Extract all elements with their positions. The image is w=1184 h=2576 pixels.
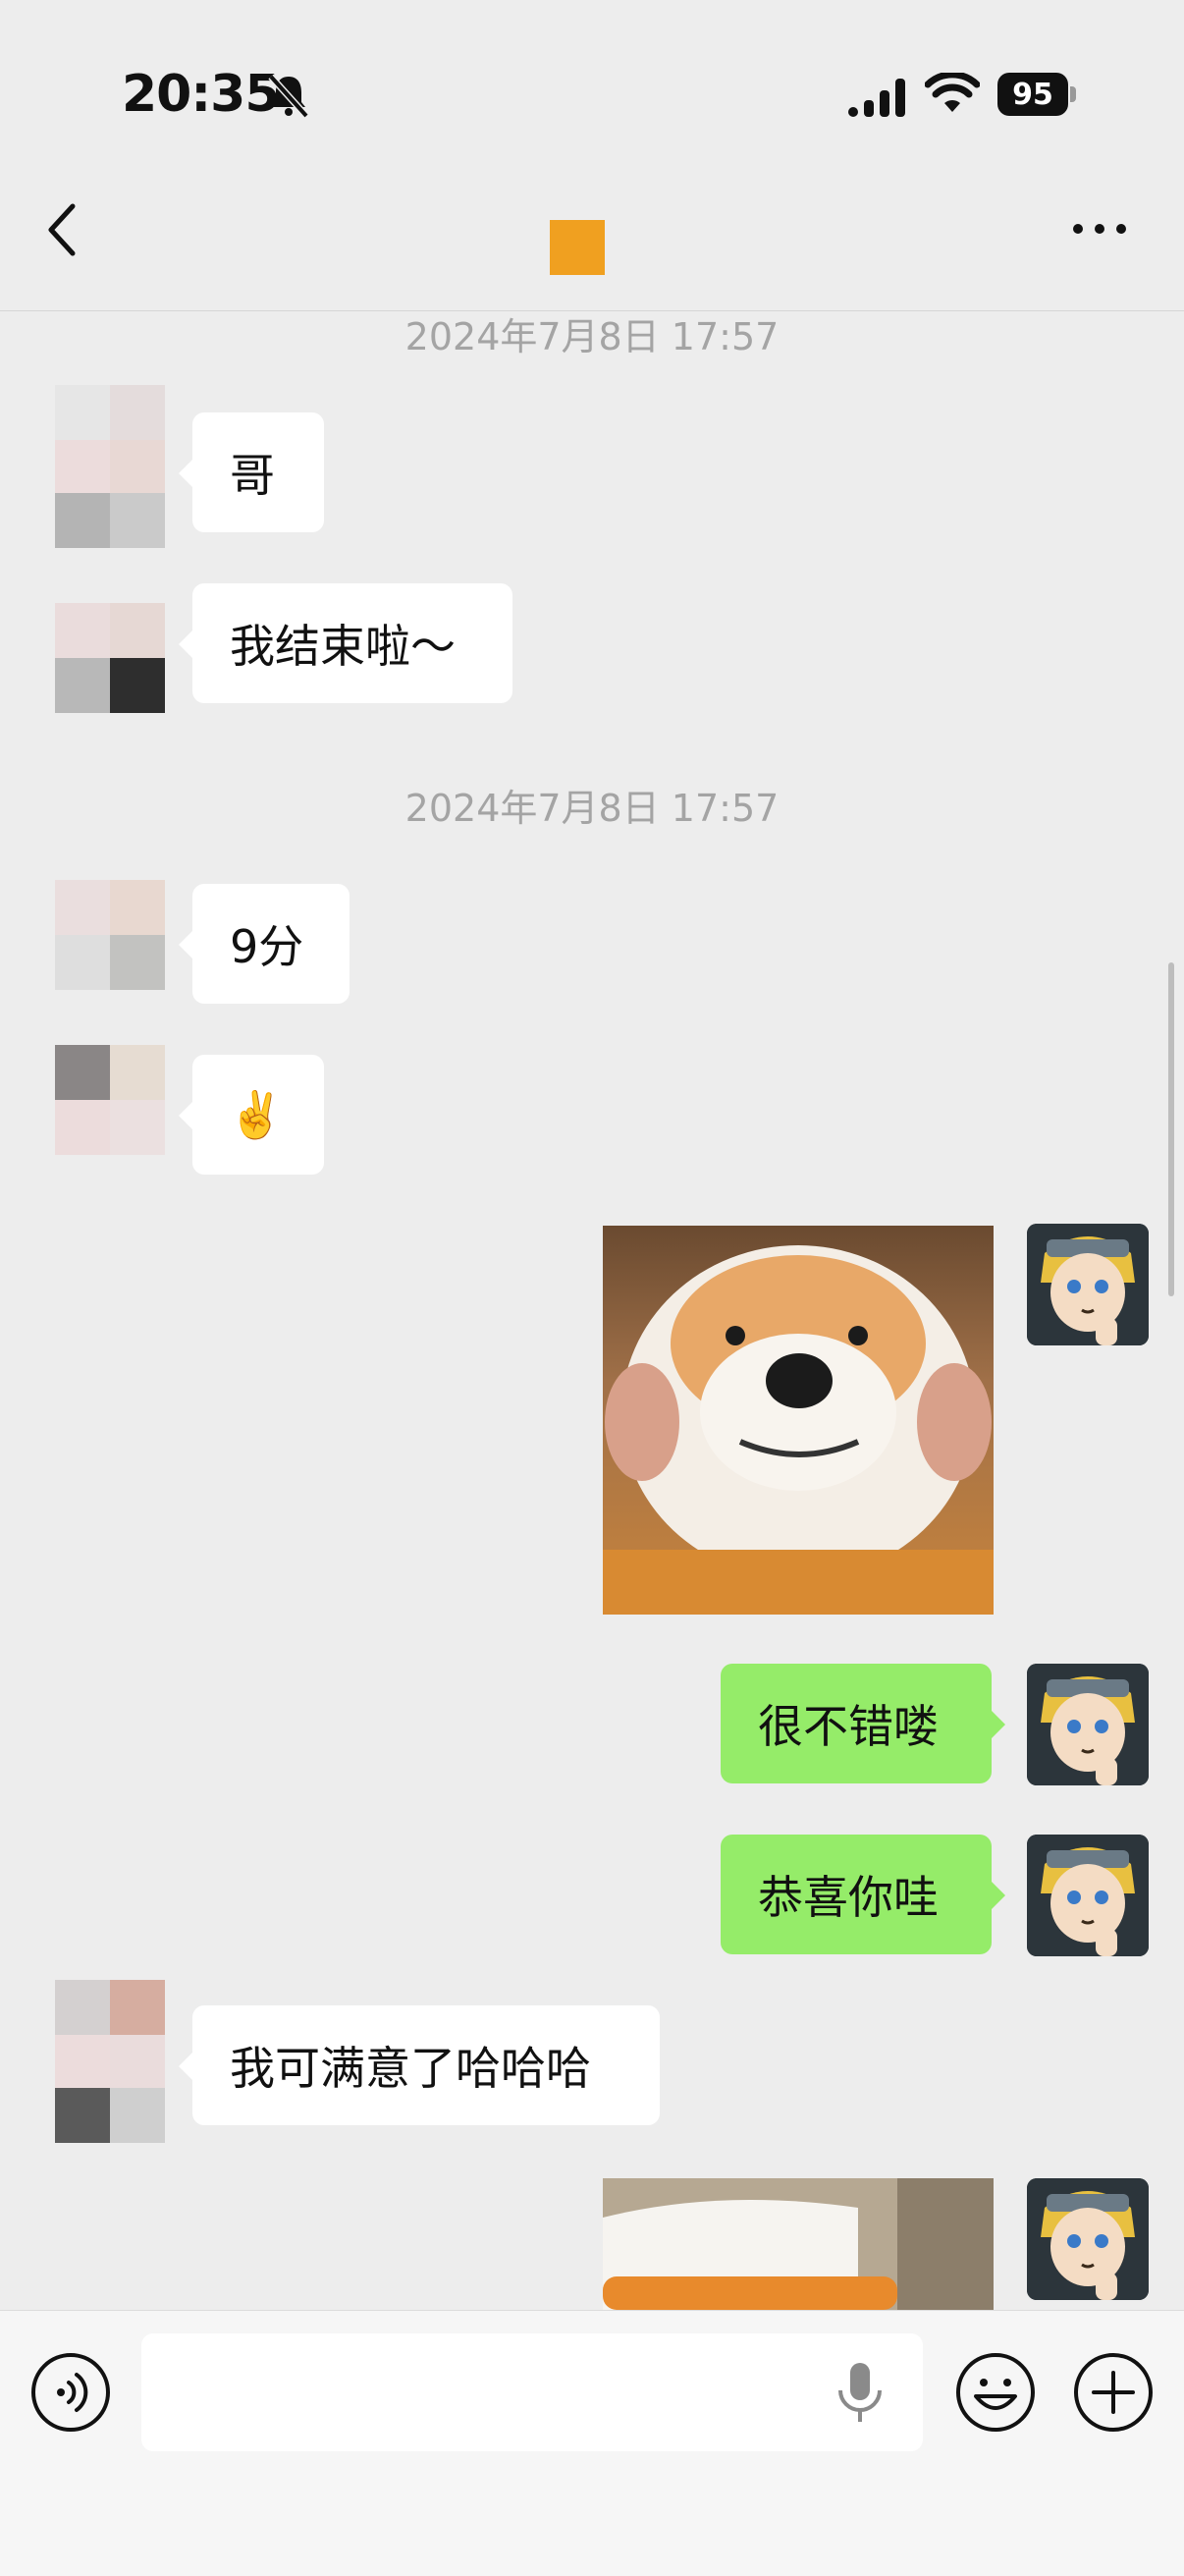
- message-bubble[interactable]: 9分: [179, 884, 350, 1004]
- wifi-icon: [925, 73, 980, 112]
- my-avatar[interactable]: [1027, 2178, 1149, 2300]
- emoji-icon[interactable]: [954, 2351, 1037, 2434]
- message-input[interactable]: [141, 2333, 923, 2451]
- contact-avatar[interactable]: [55, 603, 165, 713]
- battery-icon: 95: [997, 73, 1076, 116]
- my-avatar[interactable]: [1027, 1224, 1149, 1345]
- battery-level: 95: [997, 73, 1068, 116]
- chat-scrollbar[interactable]: [1168, 962, 1174, 1296]
- message-bubble[interactable]: 哥: [179, 412, 324, 532]
- my-avatar[interactable]: [1027, 1835, 1149, 1956]
- timestamp: 2024年7月8日 17:57: [404, 315, 780, 358]
- my-avatar[interactable]: [1027, 1664, 1149, 1785]
- shared-photo[interactable]: [603, 2178, 994, 2310]
- message-bubble[interactable]: ✌️: [179, 1055, 324, 1175]
- more-dots-icon[interactable]: [1070, 214, 1129, 244]
- message-bubble[interactable]: 我可满意了哈哈哈: [179, 2005, 660, 2125]
- cat-photo-image: [603, 2178, 994, 2310]
- dog-photo-image: [603, 1245, 994, 1615]
- message-bubble[interactable]: 我结束啦～: [179, 583, 512, 703]
- clock: 20:35: [122, 65, 281, 124]
- contact-avatar[interactable]: [55, 385, 165, 548]
- timestamp: 2024年7月8日 17:57: [404, 787, 780, 830]
- chevron-left-icon[interactable]: [43, 200, 82, 259]
- bell-muted-icon: [268, 74, 309, 118]
- contact-avatar[interactable]: [55, 880, 165, 990]
- chat-title-avatar: [550, 220, 605, 275]
- contact-avatar[interactable]: [55, 1045, 165, 1155]
- plus-icon[interactable]: [1072, 2351, 1155, 2434]
- microphone-icon[interactable]: [834, 2361, 886, 2426]
- contact-avatar[interactable]: [55, 1980, 165, 2143]
- message-bubble[interactable]: 恭喜你哇: [721, 1835, 1005, 1954]
- signal-icon: [848, 79, 905, 117]
- message-bubble[interactable]: 很不错喽: [721, 1664, 1005, 1783]
- status-bar: 20:35 95: [0, 0, 1184, 187]
- voice-icon[interactable]: [29, 2351, 112, 2434]
- shared-photo[interactable]: [603, 1226, 994, 1615]
